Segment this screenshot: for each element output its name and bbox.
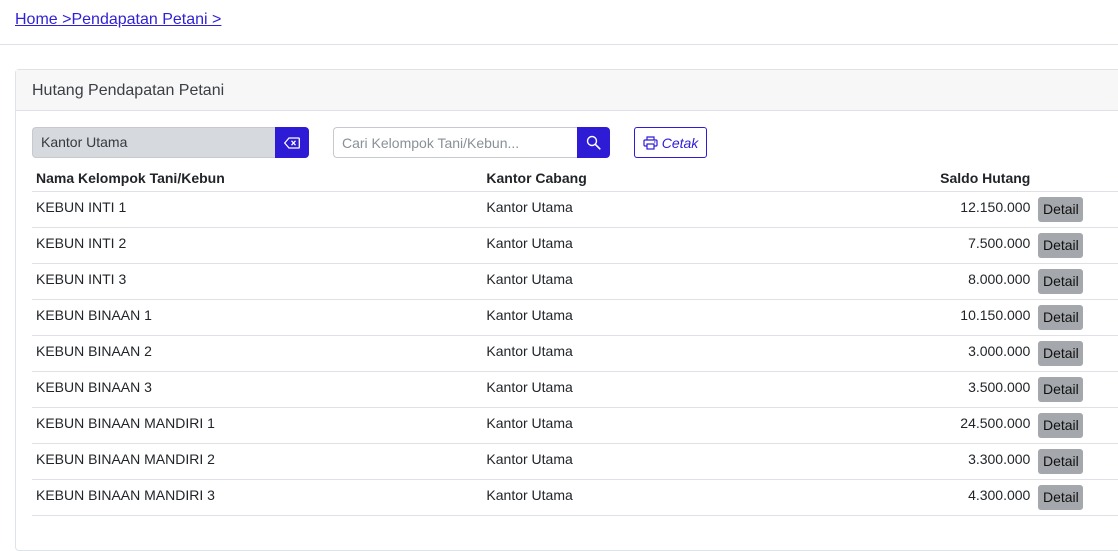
header-branch: Kantor Cabang (482, 164, 848, 192)
row-saldo: 3.000.000 (847, 332, 1035, 369)
header-divider (0, 44, 1118, 45)
detail-button[interactable]: Detail (1038, 377, 1084, 402)
table-row: KEBUN BINAAN MANDIRI 3 Kantor Utama 4.30… (32, 476, 1118, 516)
row-action: Detail (1034, 227, 1118, 264)
detail-button[interactable]: Detail (1038, 485, 1084, 510)
row-action: Detail (1034, 299, 1118, 336)
row-name: KEBUN BINAAN 2 (32, 332, 483, 369)
row-saldo: 10.150.000 (847, 296, 1035, 333)
row-saldo: 3.500.000 (847, 368, 1035, 405)
detail-button[interactable]: Detail (1038, 269, 1084, 294)
debt-card: Hutang Pendapatan Petani Kantor Utama Ce… (15, 69, 1118, 551)
table-row: KEBUN INTI 1 Kantor Utama 12.150.000 Det… (32, 188, 1118, 228)
detail-button[interactable]: Detail (1038, 233, 1084, 258)
row-branch: Kantor Utama (482, 440, 848, 477)
clear-filter-button[interactable] (275, 127, 309, 158)
detail-button[interactable]: Detail (1038, 449, 1084, 474)
printer-icon (643, 135, 658, 150)
row-action: Detail (1034, 191, 1118, 228)
row-name: KEBUN INTI 3 (32, 260, 483, 297)
header-saldo: Saldo Hutang (847, 164, 1035, 192)
table-row: KEBUN INTI 2 Kantor Utama 7.500.000 Deta… (32, 224, 1118, 264)
row-branch: Kantor Utama (482, 296, 848, 333)
row-action: Detail (1034, 263, 1118, 300)
row-action: Detail (1034, 371, 1118, 408)
row-action: Detail (1034, 407, 1118, 444)
breadcrumb-current: Pendapatan Petani (71, 11, 208, 28)
row-branch: Kantor Utama (482, 368, 848, 405)
search-button[interactable] (577, 127, 610, 158)
header-name: Nama Kelompok Tani/Kebun (32, 164, 483, 192)
backspace-icon (284, 136, 300, 149)
branch-filter-value[interactable]: Kantor Utama (32, 127, 275, 158)
row-saldo: 8.000.000 (847, 260, 1035, 297)
print-button[interactable]: Cetak (634, 127, 707, 158)
row-branch: Kantor Utama (482, 404, 848, 441)
search-icon (586, 135, 601, 150)
row-branch: Kantor Utama (482, 224, 848, 261)
row-branch: Kantor Utama (482, 188, 848, 225)
table-row: KEBUN BINAAN MANDIRI 2 Kantor Utama 3.30… (32, 440, 1118, 480)
table-header-row: Nama Kelompok Tani/Kebun Kantor Cabang S… (32, 164, 1118, 192)
table-row: KEBUN BINAAN 1 Kantor Utama 10.150.000 D… (32, 296, 1118, 336)
row-name: KEBUN BINAAN MANDIRI 3 (32, 476, 483, 513)
row-action: Detail (1034, 479, 1118, 516)
detail-button[interactable]: Detail (1038, 305, 1084, 330)
row-name: KEBUN INTI 1 (32, 188, 483, 225)
row-branch: Kantor Utama (482, 476, 848, 513)
search-input[interactable] (333, 127, 577, 158)
breadcrumb-separator: > (207, 11, 222, 28)
detail-button[interactable]: Detail (1038, 413, 1084, 438)
table-row: KEBUN BINAAN 3 Kantor Utama 3.500.000 De… (32, 368, 1118, 408)
table-row: KEBUN BINAAN MANDIRI 1 Kantor Utama 24.5… (32, 404, 1118, 444)
row-branch: Kantor Utama (482, 260, 848, 297)
breadcrumb-home: Home (15, 11, 58, 28)
breadcrumb-home-link[interactable]: Home >Pendapatan Petani > (15, 11, 221, 28)
row-action: Detail (1034, 443, 1118, 480)
branch-filter: Kantor Utama (32, 127, 309, 158)
detail-button[interactable]: Detail (1038, 341, 1084, 366)
row-saldo: 7.500.000 (847, 224, 1035, 261)
row-saldo: 12.150.000 (847, 188, 1035, 225)
table-row: KEBUN INTI 3 Kantor Utama 8.000.000 Deta… (32, 260, 1118, 300)
row-name: KEBUN BINAAN MANDIRI 1 (32, 404, 483, 441)
table-row: KEBUN BINAAN 2 Kantor Utama 3.000.000 De… (32, 332, 1118, 372)
row-name: KEBUN BINAAN MANDIRI 2 (32, 440, 483, 477)
row-saldo: 3.300.000 (847, 440, 1035, 477)
breadcrumb-separator: > (57, 11, 72, 28)
debt-table: Nama Kelompok Tani/Kebun Kantor Cabang S… (32, 164, 1118, 516)
card-title: Hutang Pendapatan Petani (16, 70, 1118, 111)
row-saldo: 24.500.000 (847, 404, 1035, 441)
row-name: KEBUN INTI 2 (32, 224, 483, 261)
row-saldo: 4.300.000 (847, 476, 1035, 513)
row-action: Detail (1034, 335, 1118, 372)
row-branch: Kantor Utama (482, 332, 848, 369)
row-name: KEBUN BINAAN 3 (32, 368, 483, 405)
breadcrumb: Home >Pendapatan Petani > (15, 10, 221, 30)
header-action (1034, 164, 1118, 192)
detail-button[interactable]: Detail (1038, 197, 1084, 222)
print-label: Cetak (661, 134, 699, 151)
search-group (333, 127, 610, 158)
row-name: KEBUN BINAAN 1 (32, 296, 483, 333)
